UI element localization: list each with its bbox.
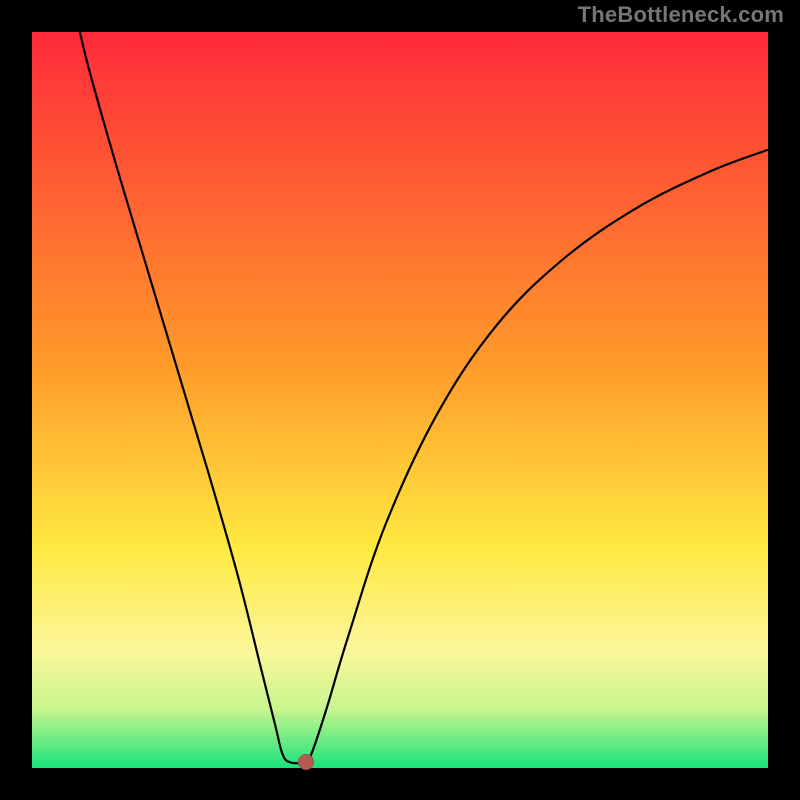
optimum-marker (298, 754, 314, 770)
watermark-text: TheBottleneck.com (578, 2, 784, 28)
bottleneck-curve (32, 32, 768, 768)
chart-frame: TheBottleneck.com (0, 0, 800, 800)
plot-area (32, 32, 768, 768)
